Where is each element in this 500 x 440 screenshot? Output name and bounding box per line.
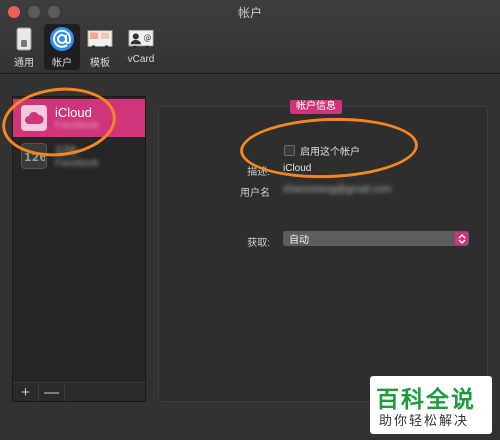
template-icon (87, 26, 113, 52)
preferences-toolbar: 通用 帐户 模板 @ vCard (6, 24, 162, 70)
fetch-select-value: 自动 (289, 235, 309, 246)
toolbar-label-accounts: 帐户 (52, 58, 72, 69)
toolbar-item-accounts[interactable]: 帐户 (44, 24, 80, 70)
toolbar-label-general: 通用 (14, 58, 34, 69)
fetch-label: 获取: (247, 238, 270, 249)
at-sign-icon (49, 26, 75, 52)
accounts-preferences-window: 帐户 通用 帐户 模板 @ vCard iCloud Facebook 126 … (0, 0, 500, 440)
watermark-logo: 百科全说 助你轻松解决 (370, 376, 492, 434)
fetch-select[interactable]: 自动 (283, 231, 469, 246)
account-info-title: 帐户信息 (290, 100, 342, 114)
svg-text:@: @ (144, 33, 152, 42)
toolbar-label-templates: 模板 (90, 58, 110, 69)
toolbar-item-templates[interactable]: 模板 (82, 24, 118, 70)
add-account-button[interactable]: + (13, 383, 39, 401)
remove-account-button[interactable]: — (39, 383, 65, 401)
watermark-title: 百科全说 (376, 386, 476, 412)
toolbar-label-vcard: vCard (127, 54, 155, 65)
title-bar: 帐户 通用 帐户 模板 @ vCard (0, 0, 500, 74)
username-label: 用户名 (240, 188, 270, 199)
accounts-list-footer: + — (12, 382, 146, 402)
toolbar-item-general[interactable]: 通用 (6, 24, 42, 70)
username-value[interactable]: zhaozixiang@gmail.com (283, 184, 392, 195)
vcard-icon: @ (128, 26, 154, 52)
account-subtitle: Facebook (55, 158, 99, 169)
switch-icon (11, 26, 37, 52)
up-down-chevron-icon (455, 232, 468, 245)
window-title: 帐户 (237, 6, 262, 20)
watermark-subtitle: 助你轻松解决 (379, 413, 470, 428)
toolbar-item-vcard[interactable]: @ vCard (120, 24, 162, 70)
